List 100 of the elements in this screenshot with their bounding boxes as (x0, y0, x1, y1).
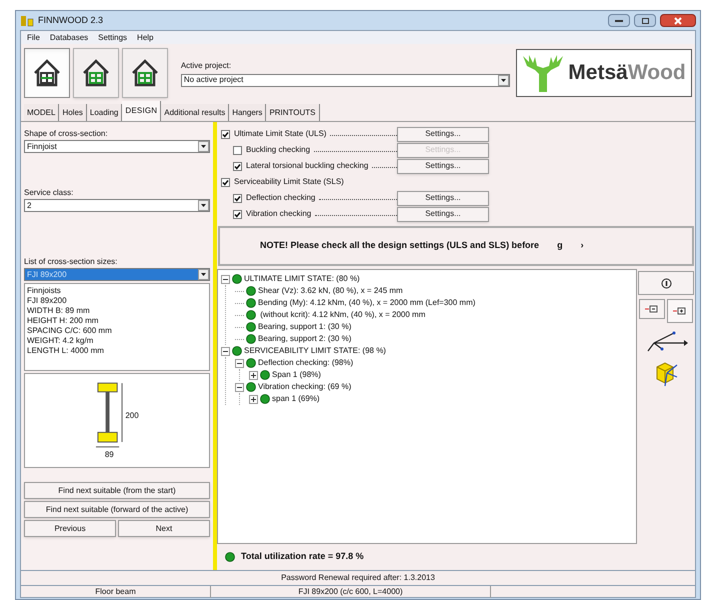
status-dot-icon (246, 334, 256, 344)
result-item[interactable]: Vibration checking: (69 %) (258, 381, 352, 393)
close-button[interactable] (660, 14, 696, 27)
result-item[interactable]: ULTIMATE LIMIT STATE: (80 %) (244, 273, 360, 285)
status-dot-icon (260, 370, 270, 380)
field-label: Shape of cross-section: (24, 128, 109, 140)
field-label: Service class: (24, 187, 74, 199)
check-label: Buckling checking (246, 144, 310, 156)
result-item[interactable]: SERVICEABILITY LIMIT STATE: (98 %) (244, 345, 386, 357)
note-fragment: › (580, 239, 584, 252)
minimize-button[interactable] (608, 14, 630, 27)
checkbox[interactable] (221, 178, 230, 186)
collapse-icon[interactable] (221, 346, 230, 356)
tab[interactable]: PRINTOUTS (266, 104, 320, 121)
info-line: WEIGHT: 4.2 kg/m (27, 336, 94, 346)
minus-box-icon (645, 305, 659, 313)
maximize-button[interactable] (634, 14, 656, 27)
settings-button[interactable]: Settings... (397, 126, 489, 142)
info-line: HEIGHT H: 200 mm (27, 316, 100, 326)
house-icon (80, 58, 111, 88)
menu-item[interactable]: Settings (98, 32, 128, 44)
window-title: FINNWOOD 2.3 (38, 14, 104, 27)
service-class-select[interactable]: 2 (24, 199, 210, 212)
field-label: List of cross-section sizes: (24, 256, 118, 268)
note-fragment: g (557, 239, 563, 252)
total-utilization: Total utilization rate = 97.8 % (241, 550, 364, 564)
result-item[interactable]: span 1 (69%) (272, 393, 320, 405)
result-item[interactable]: Span 1 (98%) (272, 369, 321, 381)
status-dot-icon (232, 346, 242, 356)
menu-item[interactable]: Databases (50, 32, 88, 44)
find-button[interactable]: Find next suitable (from the start) (24, 482, 210, 499)
checkbox[interactable] (233, 146, 242, 154)
status-dot-icon (246, 322, 256, 332)
shape-select[interactable]: Finnjoist (24, 140, 210, 153)
check-label: Deflection checking (246, 192, 316, 204)
menu-item[interactable]: File (27, 32, 40, 44)
settings-button[interactable]: Settings... (397, 190, 489, 206)
nav-button[interactable]: Previous (24, 520, 116, 537)
check-label: Lateral torsional buckling checking (246, 160, 368, 172)
checkbox[interactable] (233, 162, 242, 170)
checkbox[interactable] (221, 130, 230, 138)
info-line: SPACING C/C: 600 mm (27, 326, 113, 336)
status-dot-icon (246, 298, 256, 308)
tab[interactable]: MODEL (24, 104, 60, 121)
status-dot-icon (246, 286, 256, 296)
result-item[interactable]: Bearing, support 2: (30 %) (258, 333, 352, 345)
settings-button[interactable]: Settings... (397, 158, 489, 174)
note-text: NOTE! Please check all the design settings (ULS and SLS) before (260, 239, 540, 252)
project-select[interactable]: No active project (180, 74, 510, 86)
field-label: Active project: (180, 60, 232, 72)
plus-box-icon (673, 307, 687, 315)
info-line: Finnjoists (27, 286, 62, 296)
collapse-icon[interactable] (235, 358, 244, 368)
info-line: FJI 89x200 (27, 296, 68, 306)
menu-item[interactable]: Help (137, 32, 154, 44)
tab[interactable]: Loading (86, 104, 122, 121)
house-icon (32, 58, 62, 88)
width-dimension: 89 (104, 448, 114, 460)
result-item[interactable]: Deflection checking: (98%) (258, 357, 354, 369)
expand-view-button[interactable] (667, 299, 693, 323)
collapse-icon[interactable] (235, 382, 244, 392)
house-button[interactable] (122, 48, 168, 98)
status-cell: Floor beam (21, 586, 211, 598)
height-dimension: 200 (125, 410, 139, 422)
tab[interactable]: Additional results (161, 104, 230, 121)
tab[interactable]: DESIGN (122, 101, 162, 121)
status-dot-icon (246, 310, 256, 320)
settings-button[interactable]: Settings... (397, 206, 489, 222)
app-icon (20, 14, 34, 26)
collapse-view-button[interactable] (639, 299, 665, 319)
info-line: WIDTH B: 89 mm (27, 306, 91, 316)
result-item[interactable]: (without kcrit): 4.12 kNm, (40 %), x = 2000 mm (258, 309, 426, 321)
expand-icon[interactable] (249, 394, 258, 404)
status-dot-icon (232, 274, 242, 284)
house-button[interactable] (24, 48, 70, 98)
result-item[interactable]: Bearing, support 1: (30 %) (258, 321, 352, 333)
collapse-icon[interactable] (221, 274, 230, 284)
checkbox[interactable] (233, 194, 242, 202)
tab[interactable]: Hangers (229, 104, 266, 121)
status-dot-icon (225, 552, 235, 562)
status-cell: FJI 89x200 (c/c 600, L=4000) (211, 586, 491, 598)
expand-icon[interactable] (249, 370, 258, 380)
logo-text: MetsäWood (568, 60, 686, 86)
result-item[interactable]: Shear (Vz): 3.62 kN, (80 %), x = 245 mm (258, 285, 403, 297)
check-label: Ultimate Limit State (ULS) (234, 128, 326, 140)
nav-button[interactable]: Next (118, 520, 210, 537)
checkbox[interactable] (233, 210, 242, 218)
find-button[interactable]: Find next suitable (forward of the active) (24, 501, 210, 518)
status-dot-icon (246, 382, 256, 392)
status-message: Password Renewal required after: 1.3.2013 (281, 572, 435, 584)
status-dot-icon (260, 394, 270, 404)
info-button[interactable] (638, 271, 694, 295)
check-label: Serviceability Limit State (SLS) (234, 176, 344, 188)
status-dot-icon (246, 358, 256, 368)
info-icon (660, 278, 672, 288)
i-beam-drawing (95, 380, 124, 448)
result-item[interactable]: Bending (My): 4.12 kNm, (40 %), x = 2000 mm (Lef=300 mm) (258, 297, 476, 309)
house-icon (130, 58, 160, 88)
tab[interactable]: Holes (59, 104, 87, 121)
house-button[interactable] (72, 48, 119, 98)
